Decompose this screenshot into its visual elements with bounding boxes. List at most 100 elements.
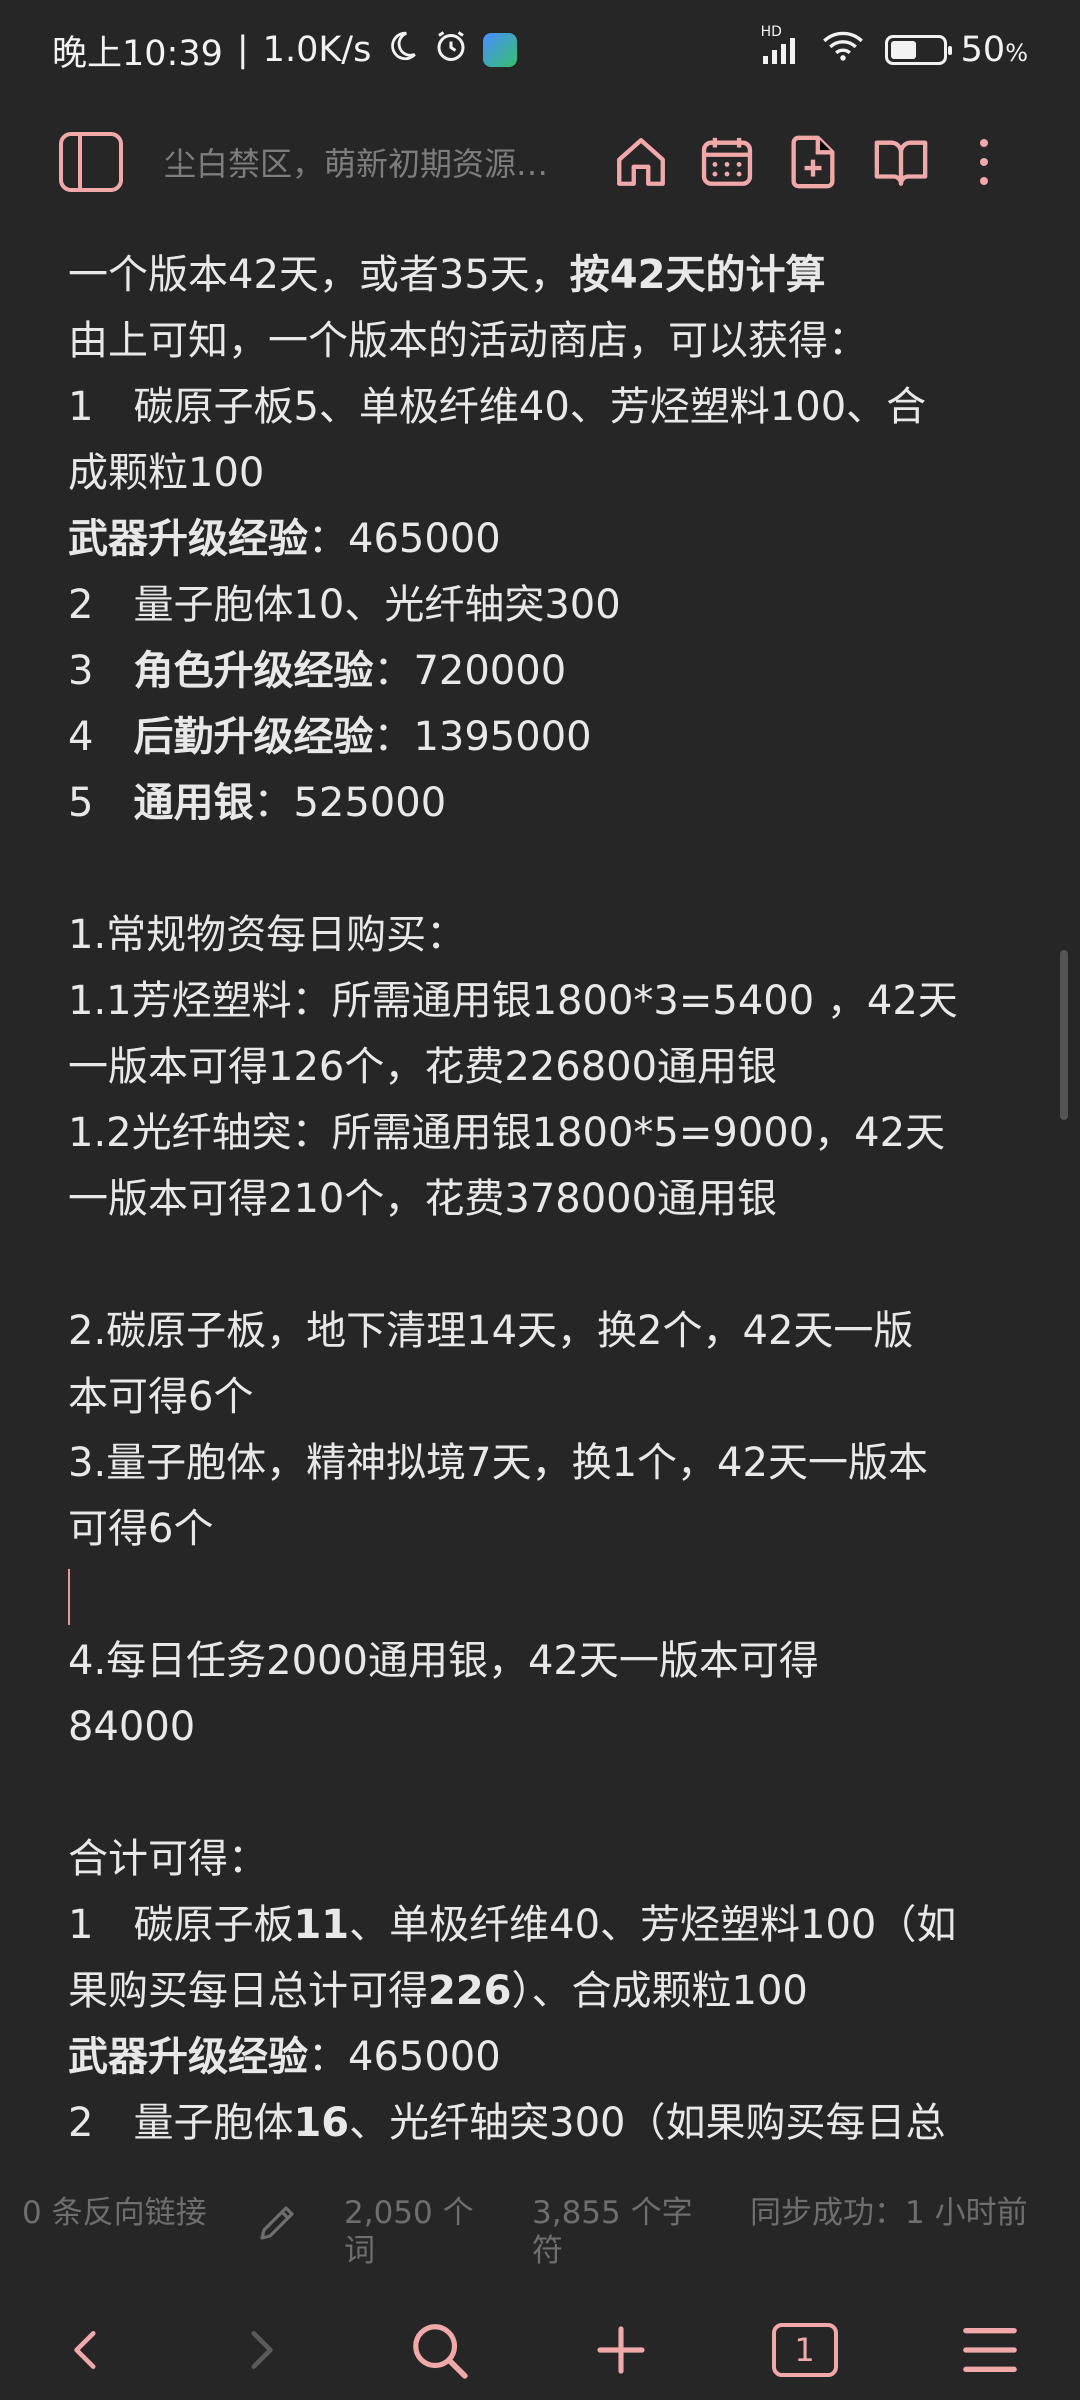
content-line: 武器升级经验：465000: [68, 2024, 998, 2090]
status-bar: 晚上10:39 | 1.0K/s HD 50%: [0, 0, 1080, 100]
note-title[interactable]: 尘白禁区，萌新初期资源…: [164, 139, 594, 185]
text-segment: ）、合成颗粒100: [511, 1968, 808, 2014]
content-line: 武器升级经验：465000: [68, 506, 998, 572]
bottom-navigation: 1: [0, 2300, 1080, 2400]
sidebar-toggle-button[interactable]: [58, 131, 124, 193]
bold-text: 武器升级经验: [68, 2034, 308, 2080]
bold-text: 226: [428, 1968, 512, 2014]
home-button[interactable]: [612, 133, 670, 191]
calendar-button[interactable]: [698, 133, 756, 191]
text-segment: 可得6个: [68, 1506, 214, 1552]
bold-text: 通用银: [133, 780, 254, 826]
text-segment: 2 量子胞体: [68, 2100, 294, 2146]
text-segment: ：465000: [308, 516, 501, 562]
text-segment: 、光纤轴突300（如果购买每日总: [349, 2100, 946, 2146]
content-line: 1.常规物资每日购买：: [68, 902, 998, 968]
text-segment: ：525000: [253, 780, 447, 826]
status-network-speed: 1.0K/s: [262, 30, 372, 70]
bold-text: 按42天的计算: [569, 252, 826, 298]
book-open-icon: [874, 140, 928, 186]
content-line: 3.量子胞体，精神拟境7天，换1个，42天一版本: [68, 1430, 998, 1496]
edit-icon: [254, 2198, 308, 2255]
content-line: 一版本可得210个，花费378000通用银: [68, 1166, 998, 1232]
text-segment: ：1395000: [373, 714, 592, 760]
app-notification-icon: [483, 33, 518, 67]
text-segment: 5: [68, 780, 134, 826]
text-segment: 2.碳原子板，地下清理14天，换2个，42天一版: [68, 1308, 914, 1354]
tabs-button[interactable]: 1: [771, 2323, 838, 2377]
text-segment: 1.1芳烃塑料：所需通用银1800*3=5400 ，42天: [68, 978, 958, 1024]
bold-text: 16: [293, 2100, 350, 2146]
alarm-icon: [433, 28, 469, 73]
text-segment: 、单极纤维40、芳烃塑料100（如: [349, 1902, 957, 1948]
menu-icon: [962, 2328, 1017, 2372]
content-line: 由上可知，一个版本的活动商店，可以获得：: [68, 308, 998, 374]
content-line: 1.2光纤轴突：所需通用银1800*5=9000，42天: [68, 1100, 998, 1166]
content-line: 1 碳原子板11、单极纤维40、芳烃塑料100（如: [68, 1892, 998, 1958]
cursor-line: [68, 1562, 998, 1628]
more-options-button[interactable]: [974, 133, 994, 191]
reading-mode-button[interactable]: [870, 133, 932, 191]
back-button[interactable]: [62, 2325, 112, 2375]
scrollbar-thumb[interactable]: [1060, 950, 1068, 1120]
text-segment: 1.2光纤轴突：所需通用银1800*5=9000，42天: [68, 1110, 946, 1156]
text-segment: 2 量子胞体10、光纤轴突300: [68, 582, 621, 628]
text-segment: 4.每日任务2000通用银，42天一版本可得: [68, 1638, 819, 1684]
bold-text: 武器升级经验: [68, 516, 308, 562]
text-segment: 3.量子胞体，精神拟境7天，换1个，42天一版本: [68, 1440, 928, 1486]
text-segment: ：720000: [373, 648, 567, 694]
content-line: 成颗粒100: [68, 440, 998, 506]
sync-status: 同步成功：1 小时前: [750, 2195, 1028, 2231]
plus-icon: [596, 2326, 645, 2374]
status-info-bar: 0 条反向链接 2,050 个词 3,855 个字符 同步成功：1 小时前: [0, 2180, 1080, 2290]
content-line: 一个版本42天，或者35天，按42天的计算: [68, 242, 998, 308]
chevron-left-icon: [73, 2331, 96, 2369]
content-line: 4 后勤升级经验：1395000: [68, 704, 998, 770]
editor-toolbar: 尘白禁区，萌新初期资源…: [0, 112, 1080, 212]
content-line: 合计可得：: [68, 1826, 998, 1892]
text-segment: 84000: [68, 1704, 196, 1750]
sidebar-icon: [59, 132, 123, 192]
status-left: 晚上10:39 | 1.0K/s: [52, 25, 518, 76]
bold-text: 11: [293, 1902, 350, 1948]
status-time: 晚上10:39: [52, 33, 223, 74]
add-button[interactable]: [593, 2322, 649, 2378]
word-count: 2,050 个词: [344, 2195, 474, 2269]
forward-button[interactable]: [235, 2325, 285, 2375]
hd-badge: HD: [760, 24, 782, 40]
content-line: 1 碳原子板5、单极纤维40、芳烃塑料100、合: [68, 374, 998, 440]
content-line: 4.每日任务2000通用银，42天一版本可得: [68, 1628, 998, 1694]
content-line: 果购买每日总计可得226）、合成颗粒100: [68, 1958, 998, 2024]
file-plus-icon: [791, 135, 835, 189]
calendar-icon: [701, 137, 753, 186]
new-note-button[interactable]: [784, 133, 842, 191]
text-segment: 合计可得：: [68, 1836, 268, 1882]
content-line: 2.碳原子板，地下清理14天，换2个，42天一版: [68, 1298, 998, 1364]
status-separator: |: [236, 30, 249, 70]
backlinks-count[interactable]: 0 条反向链接: [22, 2194, 232, 2232]
content-line: 本可得6个: [68, 1364, 998, 1430]
menu-button[interactable]: [961, 2325, 1019, 2375]
battery-icon: [884, 35, 952, 65]
text-segment: 一个版本42天，或者35天，: [68, 252, 570, 298]
text-segment: 果购买每日总计可得: [68, 1968, 428, 2014]
content-line: 5 通用银：525000: [68, 770, 998, 836]
note-editor-content[interactable]: 一个版本42天，或者35天，按42天的计算 由上可知，一个版本的活动商店，可以获得…: [68, 242, 998, 2156]
toolbar-actions: [612, 133, 994, 191]
content-line: 一版本可得126个，花费226800通用银: [68, 1034, 998, 1100]
wifi-icon: [821, 29, 865, 72]
content-line: 2 量子胞体16、光纤轴突300（如果购买每日总: [68, 2090, 998, 2156]
text-segment: 1 碳原子板5、单极纤维40、芳烃塑料100、合: [68, 384, 927, 430]
text-segment: 成颗粒100: [68, 450, 265, 496]
content-line: 84000: [68, 1694, 998, 1760]
search-icon: [412, 2324, 468, 2379]
search-button[interactable]: [408, 2319, 470, 2381]
text-segment: 3: [68, 648, 134, 694]
text-segment: 一版本可得210个，花费378000通用银: [68, 1176, 778, 1222]
status-right: HD 50%: [761, 24, 1028, 72]
text-segment: 1 碳原子板: [68, 1902, 294, 1948]
battery-percent: 50%: [960, 30, 1028, 70]
